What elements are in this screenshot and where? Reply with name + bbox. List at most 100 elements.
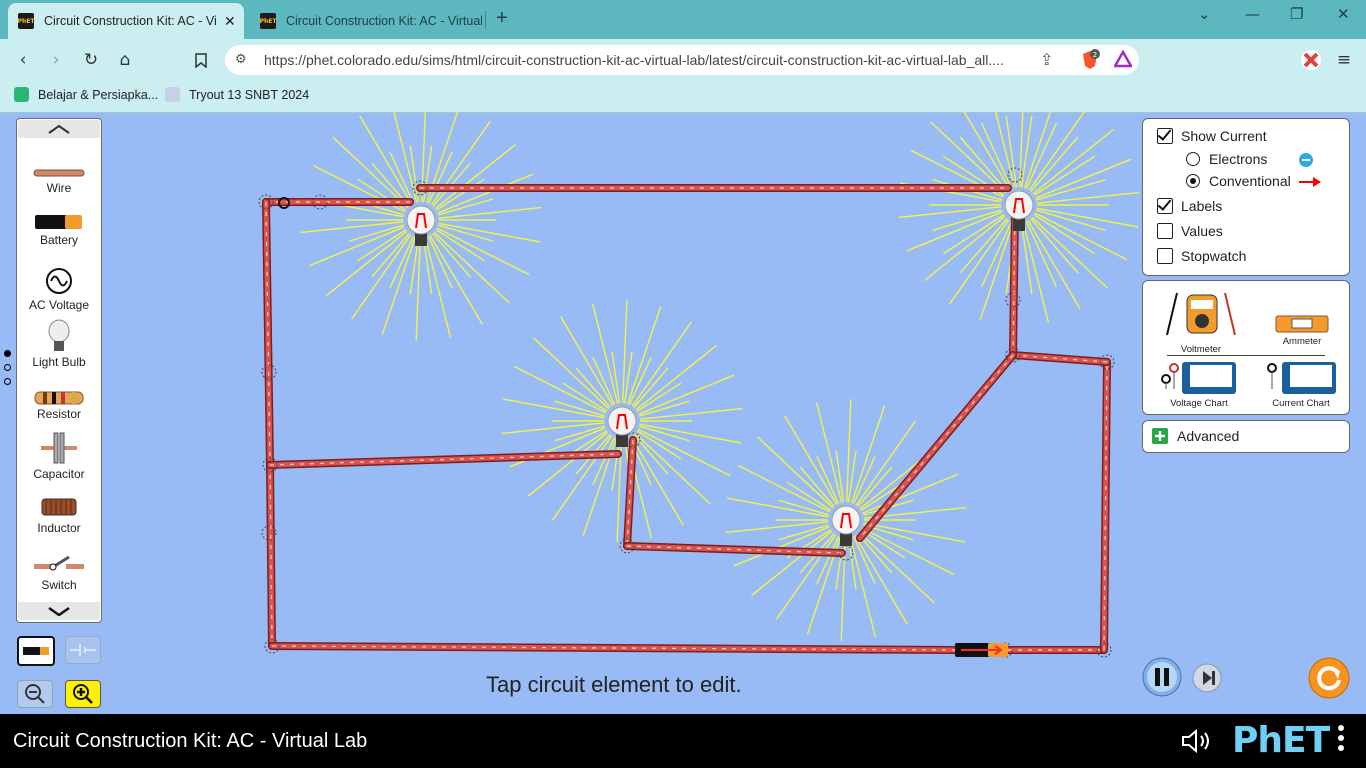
light-ray bbox=[854, 535, 908, 625]
palette-light-bulb[interactable]: Light Bulb bbox=[17, 319, 101, 369]
home-icon[interactable]: ⌂ bbox=[112, 47, 138, 73]
light-ray bbox=[639, 407, 743, 420]
light-ray bbox=[502, 398, 605, 419]
light-ray bbox=[332, 136, 409, 209]
schematic-view-button[interactable] bbox=[65, 636, 101, 664]
pause-button[interactable] bbox=[1142, 657, 1182, 697]
bookmarks-bar: Belajar & Persiapka... Tryout 13 SNBT 20… bbox=[0, 81, 1366, 113]
palette-battery[interactable]: Battery bbox=[17, 213, 101, 247]
advanced-expander[interactable]: Advanced bbox=[1152, 428, 1239, 444]
brave-wallet-icon[interactable] bbox=[1298, 47, 1324, 73]
bookmark-icon[interactable] bbox=[188, 47, 214, 73]
light-ray bbox=[924, 215, 1006, 282]
conventional-radio[interactable]: Conventional bbox=[1186, 173, 1321, 189]
light-ray bbox=[427, 151, 453, 204]
voltmeter-tool[interactable]: Voltmeter bbox=[1161, 289, 1241, 355]
speaker-icon bbox=[1182, 728, 1209, 754]
page-dot[interactable] bbox=[4, 378, 11, 385]
close-window-icon[interactable]: ✕ bbox=[1337, 5, 1350, 23]
wires-group[interactable] bbox=[262, 184, 1111, 654]
palette-label: Battery bbox=[39, 233, 78, 247]
edit-hint-text: Tap circuit element to edit. bbox=[486, 672, 742, 697]
ammeter-tool[interactable]: Ammeter bbox=[1267, 311, 1337, 347]
phet-menu-icon[interactable] bbox=[1338, 725, 1348, 751]
forward-icon[interactable]: › bbox=[43, 47, 69, 73]
palette-resistor[interactable]: Resistor bbox=[17, 391, 101, 421]
zoom-in-button[interactable] bbox=[65, 680, 101, 708]
palette-down-arrow-icon[interactable] bbox=[18, 602, 100, 620]
tab-separator bbox=[485, 11, 486, 29]
ammeter-icon bbox=[1275, 315, 1329, 333]
light-ray bbox=[639, 423, 742, 444]
current-chart-tool[interactable]: Current Chart bbox=[1261, 359, 1341, 409]
page-dot[interactable] bbox=[4, 364, 11, 371]
labels-checkbox[interactable]: Labels bbox=[1157, 198, 1222, 214]
palette-ac-voltage[interactable]: AC Voltage bbox=[17, 266, 101, 312]
tools-divider bbox=[1167, 355, 1325, 356]
light-ray bbox=[898, 206, 1002, 219]
palette-wire[interactable]: Wire bbox=[17, 167, 101, 195]
sound-toggle[interactable] bbox=[1180, 727, 1216, 760]
back-icon[interactable]: ‹ bbox=[10, 47, 36, 73]
tab-inactive[interactable]: PhET Circuit Construction Kit: AC - Virt… bbox=[250, 3, 482, 39]
light-ray bbox=[501, 422, 605, 435]
site-settings-icon[interactable]: ⚙ bbox=[235, 51, 247, 67]
bulbs-group[interactable] bbox=[406, 190, 1034, 546]
expand-plus-icon[interactable] bbox=[1152, 428, 1168, 444]
reset-all-button[interactable] bbox=[1308, 657, 1350, 699]
palette-up-arrow-icon[interactable] bbox=[18, 120, 100, 138]
brave-rewards-icon[interactable] bbox=[1112, 49, 1134, 73]
battery-view-icon bbox=[23, 647, 49, 655]
light-ray bbox=[799, 466, 835, 507]
maximize-icon[interactable]: ❐ bbox=[1290, 5, 1303, 23]
palette-inductor[interactable]: Inductor bbox=[17, 495, 101, 535]
minimize-icon[interactable]: — bbox=[1245, 5, 1260, 23]
step-forward-button[interactable] bbox=[1192, 663, 1222, 693]
ammeter-label: Ammeter bbox=[1282, 336, 1322, 347]
light-ray bbox=[1027, 220, 1081, 310]
bookmark-favicon-icon bbox=[165, 87, 180, 102]
tab-search-chevron-icon[interactable]: ⌄ bbox=[1198, 5, 1211, 23]
show-current-checkbox[interactable]: Show Current bbox=[1157, 128, 1267, 144]
stopwatch-checkbox[interactable]: Stopwatch bbox=[1157, 248, 1246, 264]
brave-shields-icon[interactable]: 2 bbox=[1080, 49, 1100, 76]
page-dot[interactable] bbox=[4, 350, 11, 357]
lifelike-view-button[interactable] bbox=[17, 636, 55, 666]
light-ray bbox=[757, 436, 834, 509]
advanced-panel[interactable]: Advanced bbox=[1142, 420, 1350, 453]
palette-label: Light Bulb bbox=[32, 355, 86, 369]
brave-badge: 2 bbox=[1093, 51, 1097, 59]
light-ray bbox=[438, 206, 542, 219]
light-ray bbox=[636, 430, 682, 460]
address-bar[interactable]: ⚙ https://phet.colorado.edu/sims/html/ci… bbox=[225, 45, 1139, 75]
palette-capacitor[interactable]: Capacitor bbox=[17, 431, 101, 481]
light-ray bbox=[737, 464, 831, 513]
phet-favicon-icon: PhET bbox=[260, 13, 276, 29]
tab-active[interactable]: PhET Circuit Construction Kit: AC - Vir … bbox=[8, 3, 244, 39]
battery-component[interactable] bbox=[955, 643, 1008, 657]
values-checkbox[interactable]: Values bbox=[1157, 223, 1223, 239]
palette-switch[interactable]: Switch bbox=[17, 552, 101, 592]
light-ray bbox=[1036, 207, 1139, 228]
reload-icon[interactable]: ↻ bbox=[78, 47, 104, 73]
bookmark-item[interactable]: Tryout 13 SNBT 2024 bbox=[165, 87, 309, 102]
radio-icon bbox=[1186, 174, 1200, 188]
advanced-label: Advanced bbox=[1177, 428, 1240, 444]
light-ray bbox=[630, 436, 684, 526]
page-indicator[interactable] bbox=[4, 350, 11, 392]
new-tab-icon[interactable]: + bbox=[496, 7, 508, 30]
voltage-chart-icon bbox=[1161, 362, 1236, 394]
close-tab-icon[interactable]: ✕ bbox=[224, 13, 236, 30]
bulb-glass bbox=[607, 406, 637, 436]
url-text[interactable]: https://phet.colorado.edu/sims/html/circ… bbox=[264, 52, 1030, 68]
bookmark-item[interactable]: Belajar & Persiapka... bbox=[14, 87, 158, 102]
electrons-radio[interactable]: Electrons bbox=[1186, 151, 1313, 167]
phet-logo[interactable]: PhET bbox=[1232, 720, 1330, 761]
voltage-chart-tool[interactable]: Voltage Chart bbox=[1159, 359, 1239, 409]
light-ray bbox=[628, 357, 652, 405]
share-icon[interactable]: ⇪ bbox=[1040, 50, 1053, 70]
menu-icon[interactable]: ≡ bbox=[1331, 47, 1357, 73]
inductor-icon bbox=[41, 498, 77, 516]
light-ray bbox=[533, 337, 610, 410]
zoom-out-button[interactable] bbox=[17, 680, 53, 708]
